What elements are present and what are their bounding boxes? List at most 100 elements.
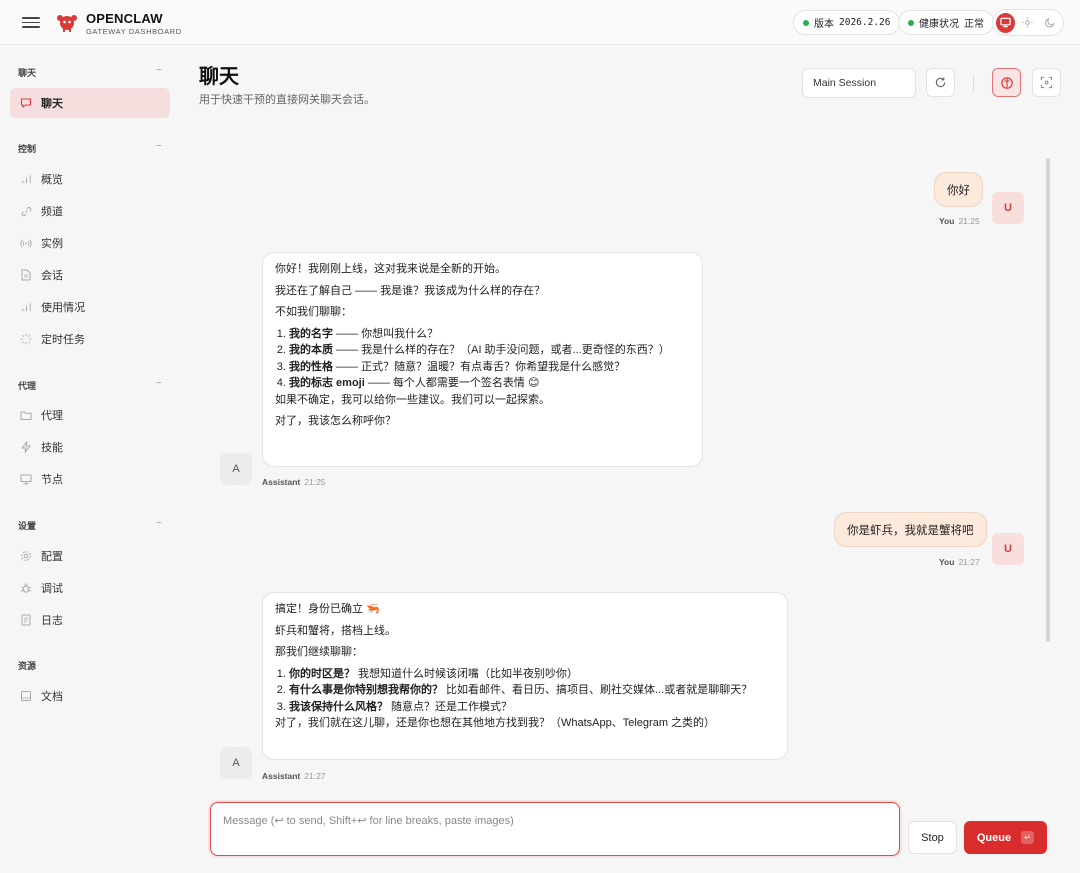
sidebar-item-sessions[interactable]: 会话 [10,260,170,290]
user-avatar: U [992,192,1024,224]
sun-theme-icon[interactable] [1018,13,1037,33]
sidebar-item-nodes[interactable]: 节点 [10,464,170,494]
user-message-bubble: 你好 [934,172,983,207]
sidebar-item-label: 实例 [41,238,63,250]
status-dot-icon [908,19,914,26]
sidebar-item-label: 配置 [41,551,63,563]
sidebar-item-overview[interactable]: 概览 [10,164,170,194]
sidebar-item-cron[interactable]: 定时任务 [10,324,170,354]
sidebar-item-logs[interactable]: 日志 [10,605,170,635]
list-item: 我的性格 —— 正式？随意？温暖？有点毒舌？你希望我是什么感觉？ [289,359,690,376]
sidebar-item-label: 频道 [41,206,63,218]
version-badge: 版本 2026.2.26 [793,10,901,35]
session-select[interactable]: Main Session [802,68,916,98]
version-label: 版本 [814,19,834,30]
message-paragraph: 我还在了解自己 —— 我是谁？我该成为什么样的存在？ [275,284,546,297]
message-input[interactable] [211,803,899,855]
sidebar-item-label: 技能 [41,442,63,454]
focus-mode-button[interactable] [1032,68,1061,97]
collapse-icon[interactable]: − [156,65,162,76]
page-title: 聊天 [199,66,239,88]
sidebar-item-label: 定时任务 [41,334,85,346]
message-time: 21:25 [958,216,980,226]
brand-subtitle: GATEWAY DASHBOARD [86,27,182,36]
sidebar-item-config[interactable]: 配置 [10,541,170,571]
chat-scrollbar[interactable] [1046,158,1050,642]
folder-icon [19,408,33,422]
thinking-toggle-button[interactable] [992,68,1021,97]
hamburger-menu-icon[interactable] [22,14,40,30]
health-label: 健康状况 [919,19,959,30]
sidebar-item-label: 节点 [41,474,63,486]
sidebar-item-label: 概览 [41,174,63,186]
message-time: 21:27 [958,557,980,567]
theme-switcher [992,9,1064,36]
queue-button[interactable]: Queue ↵ [964,821,1047,854]
message-paragraph: 对了，我该怎么称呼你？ [275,415,396,427]
assistant-avatar: A [220,453,252,485]
message-meta: You 21:27 [939,557,980,567]
assistant-message-bubble: 你好！我刚刚上线，这对我来说是全新的开始。 我还在了解自己 —— 我是谁？我该成… [262,252,703,467]
message-paragraph: 如果不确定，我可以给你一些建议。我们可以一起探索。 [275,393,550,406]
health-value: 正常 [964,19,984,30]
health-badge: 健康状况 正常 [898,10,994,35]
sidebar-item-agents[interactable]: 代理 [10,400,170,430]
toolbar-divider [973,75,974,91]
message-list: 你的时区是？ 我想知道什么时候该闭嘴（比如半夜别吵你） 有什么事是你特别想我帮你… [275,666,775,716]
message-paragraph: 不如我们聊聊： [275,306,352,318]
focus-icon [1040,76,1053,89]
list-item: 我的本质 —— 我是什么样的存在？（AI 助手没问题，或者...更奇怪的东西？） [289,342,690,359]
sidebar-section-resources: 资源 [18,661,37,671]
chat-icon [19,96,33,110]
assistant-message-bubble: 搞定！身份已确立 🦐 虾兵和蟹将，搭档上线。 那我们继续聊聊： 你的时区是？ 我… [262,592,788,760]
sidebar-item-usage[interactable]: 使用情况 [10,292,170,322]
bug-icon [19,581,33,595]
message-paragraph: 搞定！身份已确立 🦐 [275,603,380,615]
message-time: 21:27 [304,771,326,781]
collapse-icon[interactable]: − [156,518,162,529]
log-icon [19,613,33,627]
monitor-theme-icon[interactable] [996,12,1016,33]
page-subtitle: 用于快速干预的直接网关聊天会话。 [199,94,375,106]
sidebar-item-label: 调试 [41,583,63,595]
sidebar-section-chat: 聊天 [18,68,37,78]
message-sender: Assistant [262,477,301,487]
collapse-icon[interactable]: − [156,141,162,152]
list-item: 我该保持什么风格？ 随意点？还是工作模式？ [289,699,775,716]
sidebar-section-agents: 代理 [18,381,37,391]
sidebar-item-chat[interactable]: 聊天 [10,88,170,118]
message-paragraph: 对了，我们就在这儿聊，还是你也想在其他地方找到我？（WhatsApp、Teleg… [275,717,716,729]
sidebar-item-skills[interactable]: 技能 [10,432,170,462]
message-composer [210,802,900,856]
list-item: 我的名字 —— 你想叫我什么？ [289,326,690,343]
sidebar-section-control: 控制 [18,144,37,154]
enter-key-icon: ↵ [1021,831,1035,844]
message-sender: You [939,557,955,567]
version-value: 2026.2.26 [839,17,891,28]
queue-label: Queue [976,831,1012,844]
sidebar-item-label: 聊天 [41,98,63,110]
sidebar-item-channels[interactable]: 频道 [10,196,170,226]
link-icon [19,204,33,218]
stop-button[interactable]: Stop [908,821,957,854]
sidebar-item-debug[interactable]: 调试 [10,573,170,603]
signal-icon [19,236,33,250]
collapse-icon[interactable]: − [156,378,162,389]
message-meta: Assistant 21:27 [262,771,326,781]
message-list: 我的名字 —— 你想叫我什么？ 我的本质 —— 我是什么样的存在？（AI 助手没… [275,326,690,392]
assistant-avatar: A [220,747,252,779]
status-dot-icon [803,19,809,26]
message-meta: Assistant 21:25 [262,477,326,487]
list-item: 有什么事是你特别想我帮你的？ 比如看邮件、看日历、搞项目、刷社交媒体...或者就… [289,682,775,699]
sidebar-item-label: 日志 [41,615,63,627]
sidebar-section-settings: 设置 [18,521,37,531]
user-message-bubble: 你是虾兵，我就是蟹将吧 [834,512,987,547]
message-meta: You 21:25 [939,216,980,226]
moon-theme-icon[interactable] [1041,13,1060,33]
refresh-button[interactable] [926,68,955,97]
message-paragraph: 你好！我刚刚上线，这对我来说是全新的开始。 [275,263,506,275]
sidebar-item-label: 文档 [41,691,63,703]
sidebar-item-instances[interactable]: 实例 [10,228,170,258]
brain-icon [1000,76,1013,89]
sidebar-item-docs[interactable]: 文档 [10,681,170,711]
